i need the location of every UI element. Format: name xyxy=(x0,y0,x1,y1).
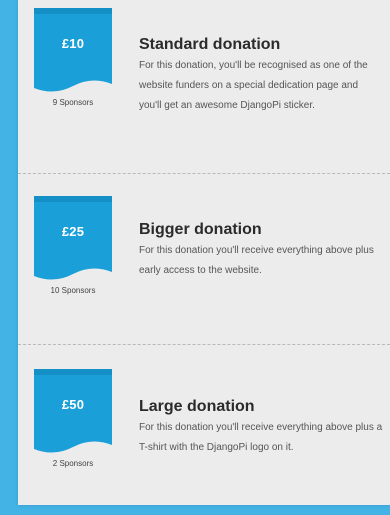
price-badge[interactable]: £25 10 Sponsors xyxy=(34,196,112,295)
tier-title: Standard donation xyxy=(139,36,281,53)
donation-tier-standard[interactable]: £10 9 Sponsors Standard donation For thi… xyxy=(18,0,390,171)
price-label: £50 xyxy=(61,397,85,412)
tier-description: For this donation you'll receive everyth… xyxy=(139,422,383,453)
donation-panel: £10 9 Sponsors Standard donation For thi… xyxy=(18,0,390,505)
price-badge[interactable]: £50 2 Sponsors xyxy=(34,369,112,468)
tier-title: Large donation xyxy=(139,398,255,415)
tier-description: For this donation you'll receive everyth… xyxy=(139,245,374,276)
price-ribbon-icon xyxy=(34,196,112,280)
price-label: £25 xyxy=(61,224,85,239)
sponsor-count: 2 Sponsors xyxy=(52,459,94,468)
price-badge[interactable]: £10 9 Sponsors xyxy=(34,8,112,107)
donation-tier-large[interactable]: £50 2 Sponsors Large donation For this d… xyxy=(18,344,390,515)
price-ribbon-icon xyxy=(34,8,112,92)
donation-tier-bigger[interactable]: £25 10 Sponsors Bigger donation For this… xyxy=(18,173,390,344)
price-ribbon-icon xyxy=(34,369,112,453)
tier-description: For this donation, you'll be recognised … xyxy=(139,60,368,111)
price-label: £10 xyxy=(61,36,85,51)
tier-title: Bigger donation xyxy=(139,221,262,238)
sponsor-count: 9 Sponsors xyxy=(52,98,94,107)
sponsor-count: 10 Sponsors xyxy=(50,286,96,295)
